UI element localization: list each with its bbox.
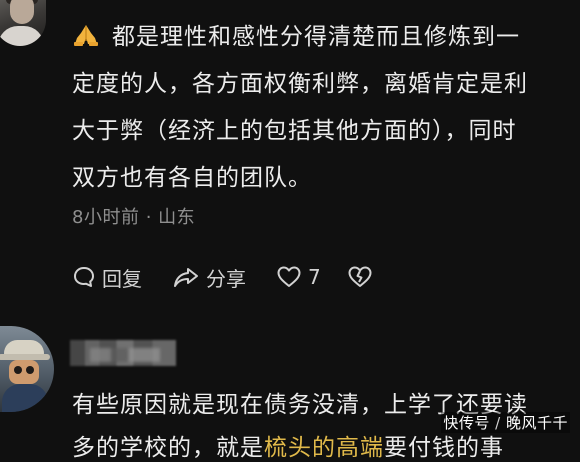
avatar-shirt: [0, 26, 44, 46]
avatar-eye: [14, 366, 22, 374]
comment-time: 8小时前: [72, 207, 140, 228]
reply-label: 回复: [102, 266, 142, 291]
watermark-separator: /: [495, 414, 501, 432]
comment-2-line-2-suffix: 要付钱的事: [384, 435, 504, 461]
reply-icon: [74, 267, 94, 287]
blurred-username-detail: [90, 348, 160, 362]
like-button[interactable]: 7: [276, 265, 321, 289]
broken-heart-icon: [348, 266, 372, 287]
watermark: 快传号 / 晚风千千: [441, 412, 570, 433]
commenter-avatar[interactable]: [0, 0, 46, 46]
comment-location: 山东: [158, 207, 196, 228]
comment-actions: 回复 分享 7: [72, 262, 409, 292]
dislike-button[interactable]: [347, 265, 379, 289]
comment-meta: 8小时前 · 山东: [72, 203, 195, 229]
share-label: 分享: [206, 266, 246, 291]
avatar-eye: [26, 366, 34, 374]
meta-separator: ·: [145, 207, 152, 228]
avatar-face: [10, 0, 34, 24]
share-button[interactable]: 分享: [172, 263, 246, 292]
folded-hands-icon: [72, 16, 100, 46]
reply-button[interactable]: 回复: [72, 263, 142, 292]
comment-2-line-2-prefix: 多的学校的，就是: [72, 435, 264, 461]
avatar-body: [2, 384, 48, 412]
comment-2-highlight-link[interactable]: 梳头的高端: [264, 435, 384, 461]
watermark-author: 晚风千千: [505, 414, 568, 432]
like-count: 7: [308, 265, 321, 289]
comment-text: 都是理性和感性分得清楚而且修炼到一 定度的人，各方面权衡利弊，离婚肯定是利 大于…: [72, 24, 528, 191]
heart-icon: [277, 266, 301, 287]
commenter-2-avatar[interactable]: [0, 326, 54, 412]
comment-2-line-2: 多的学校的，就是梳头的高端要付钱的事: [72, 428, 504, 462]
avatar-face: [9, 360, 39, 384]
watermark-brand: 快传号: [443, 414, 490, 432]
comment-body: 都是理性和感性分得清楚而且修炼到一 定度的人，各方面权衡利弊，离婚肯定是利 大于…: [72, 14, 572, 202]
share-icon: [174, 268, 198, 287]
